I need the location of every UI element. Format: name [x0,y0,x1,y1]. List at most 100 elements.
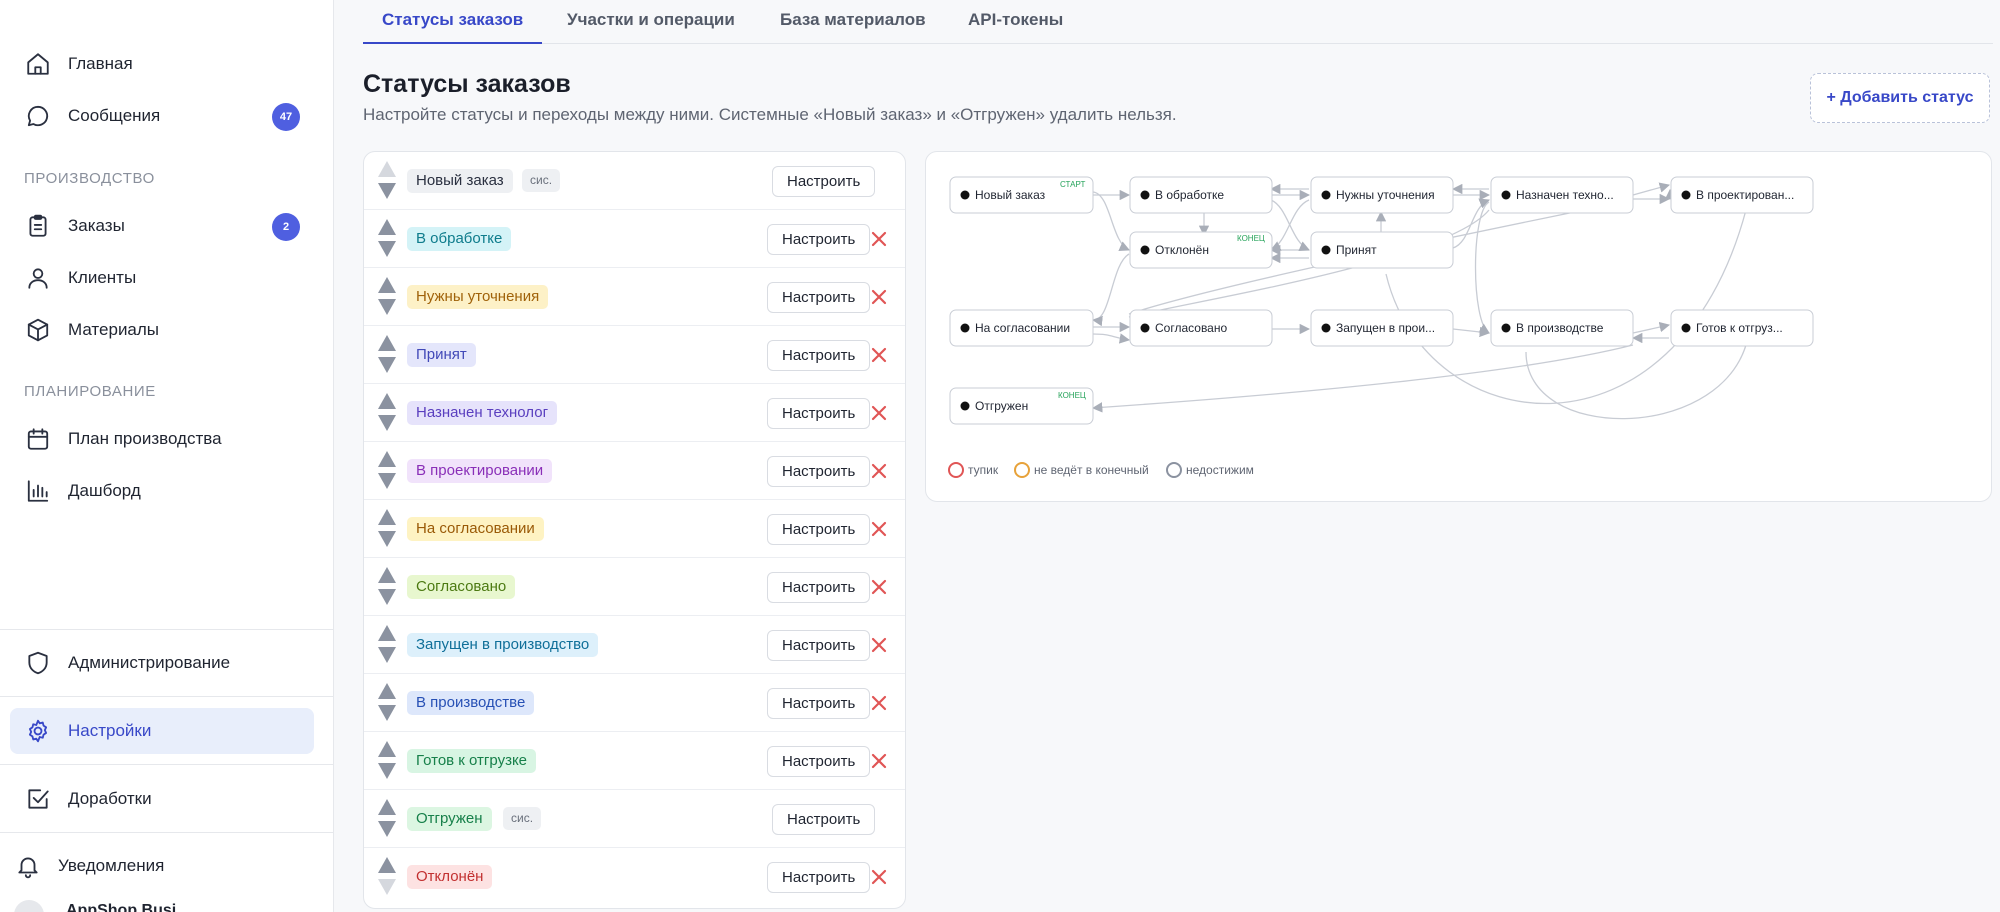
configure-button[interactable]: Настроить [767,746,871,777]
graph-node[interactable]: Запущен в прои... [1310,309,1454,347]
tab-areas-operations[interactable]: Участки и операции [548,10,754,44]
avatar[interactable] [14,900,44,912]
reorder-handle[interactable] [378,799,396,839]
reorder-handle[interactable] [378,741,396,781]
move-up-icon[interactable] [378,509,396,525]
sidebar-item-materials[interactable]: Материалы [10,307,314,353]
sidebar-item-notifications[interactable]: Уведомления [10,843,314,889]
delete-icon[interactable] [869,577,889,597]
move-up-icon[interactable] [378,799,396,815]
reorder-handle[interactable] [378,451,396,491]
delete-icon[interactable] [869,867,889,887]
move-down-icon[interactable] [378,647,396,663]
tab-materials-base[interactable]: База материалов [761,10,945,44]
sidebar-item-settings[interactable]: Настройки [10,708,314,754]
reorder-handle[interactable] [378,857,396,897]
graph-node[interactable]: Принят [1310,231,1454,269]
move-up-icon[interactable] [378,857,396,873]
reorder-handle[interactable] [378,335,396,375]
configure-button[interactable]: Настроить [767,688,871,719]
configure-button[interactable]: Настроить [767,862,871,893]
move-down-icon[interactable] [378,763,396,779]
move-down-icon[interactable] [378,241,396,257]
configure-button[interactable]: Настроить [772,166,876,197]
reorder-handle[interactable] [378,567,396,607]
reorder-handle[interactable] [378,683,396,723]
delete-icon[interactable] [869,693,889,713]
tab-order-statuses[interactable]: Статусы заказов [363,10,543,44]
sidebar-item-improvements[interactable]: Доработки [10,776,314,822]
sidebar-item-orders[interactable]: Заказы 2 [10,203,314,249]
legend-dead-end: тупик [948,462,998,478]
move-up-icon[interactable] [378,335,396,351]
configure-button[interactable]: Настроить [767,456,871,487]
move-up-icon[interactable] [378,393,396,409]
move-up-icon[interactable] [378,451,396,467]
configure-button[interactable]: Настроить [767,340,871,371]
move-down-icon[interactable] [378,879,396,895]
graph-node[interactable]: В производстве [1490,309,1634,347]
sidebar-item-dashboard[interactable]: Дашборд [10,468,314,514]
sidebar-item-administration[interactable]: Администрирование [10,640,314,686]
tab-api-tokens[interactable]: API-токены [949,10,1082,44]
move-down-icon[interactable] [378,531,396,547]
graph-node[interactable]: Новый заказ СТАРТ [949,176,1094,214]
reorder-handle[interactable] [378,161,396,201]
move-down-icon[interactable] [378,357,396,373]
sidebar-item-home[interactable]: Главная [10,41,314,87]
svg-text:В производстве: В производстве [1516,321,1604,335]
configure-button[interactable]: Настроить [767,514,871,545]
move-down-icon[interactable] [378,415,396,431]
reorder-handle[interactable] [378,509,396,549]
configure-button[interactable]: Настроить [767,224,871,255]
configure-button[interactable]: Настроить [767,630,871,661]
status-chip: Новый заказ [407,169,513,193]
move-up-icon[interactable] [378,161,396,177]
move-up-icon[interactable] [378,219,396,235]
shield-icon [24,649,52,677]
reorder-handle[interactable] [378,277,396,317]
sidebar-item-clients[interactable]: Клиенты [10,255,314,301]
graph-node[interactable]: На согласовании [949,309,1094,347]
graph-node[interactable]: Отклонён КОНЕЦ [1129,231,1273,269]
reorder-handle[interactable] [378,219,396,259]
configure-button[interactable]: Настроить [767,572,871,603]
configure-button[interactable]: Настроить [767,398,871,429]
move-down-icon[interactable] [378,705,396,721]
move-up-icon[interactable] [378,277,396,293]
move-down-icon[interactable] [378,821,396,837]
delete-icon[interactable] [869,229,889,249]
graph-node[interactable]: Готов к отгруз... [1670,309,1814,347]
reorder-handle[interactable] [378,625,396,665]
delete-icon[interactable] [869,635,889,655]
sidebar-item-label: План производства [68,429,222,448]
graph-node[interactable]: Согласовано [1129,309,1273,347]
configure-button[interactable]: Настроить [772,804,876,835]
graph-node[interactable]: В обработке [1129,176,1273,214]
move-down-icon[interactable] [378,473,396,489]
reorder-handle[interactable] [378,393,396,433]
graph-node[interactable]: Назначен техно... [1490,176,1634,214]
add-status-button[interactable]: + Добавить статус [1810,73,1990,123]
delete-icon[interactable] [869,403,889,423]
graph-node[interactable]: В проектирован... [1670,176,1814,214]
move-up-icon[interactable] [378,741,396,757]
delete-icon[interactable] [869,345,889,365]
graph-node[interactable]: Отгружен КОНЕЦ [949,387,1094,425]
move-down-icon[interactable] [378,589,396,605]
sidebar-item-production-plan[interactable]: План производства [10,416,314,462]
delete-icon[interactable] [869,751,889,771]
delete-icon[interactable] [869,287,889,307]
move-down-icon[interactable] [378,183,396,199]
move-up-icon[interactable] [378,625,396,641]
configure-button[interactable]: Настроить [767,282,871,313]
move-up-icon[interactable] [378,683,396,699]
box-icon [24,316,52,344]
move-down-icon[interactable] [378,299,396,315]
move-up-icon[interactable] [378,567,396,583]
delete-icon[interactable] [869,519,889,539]
delete-icon[interactable] [869,461,889,481]
status-row: Согласовано Настроить [364,558,905,616]
sidebar-item-messages[interactable]: Сообщения 47 [10,93,314,139]
graph-node[interactable]: Нужны уточнения [1310,176,1454,214]
